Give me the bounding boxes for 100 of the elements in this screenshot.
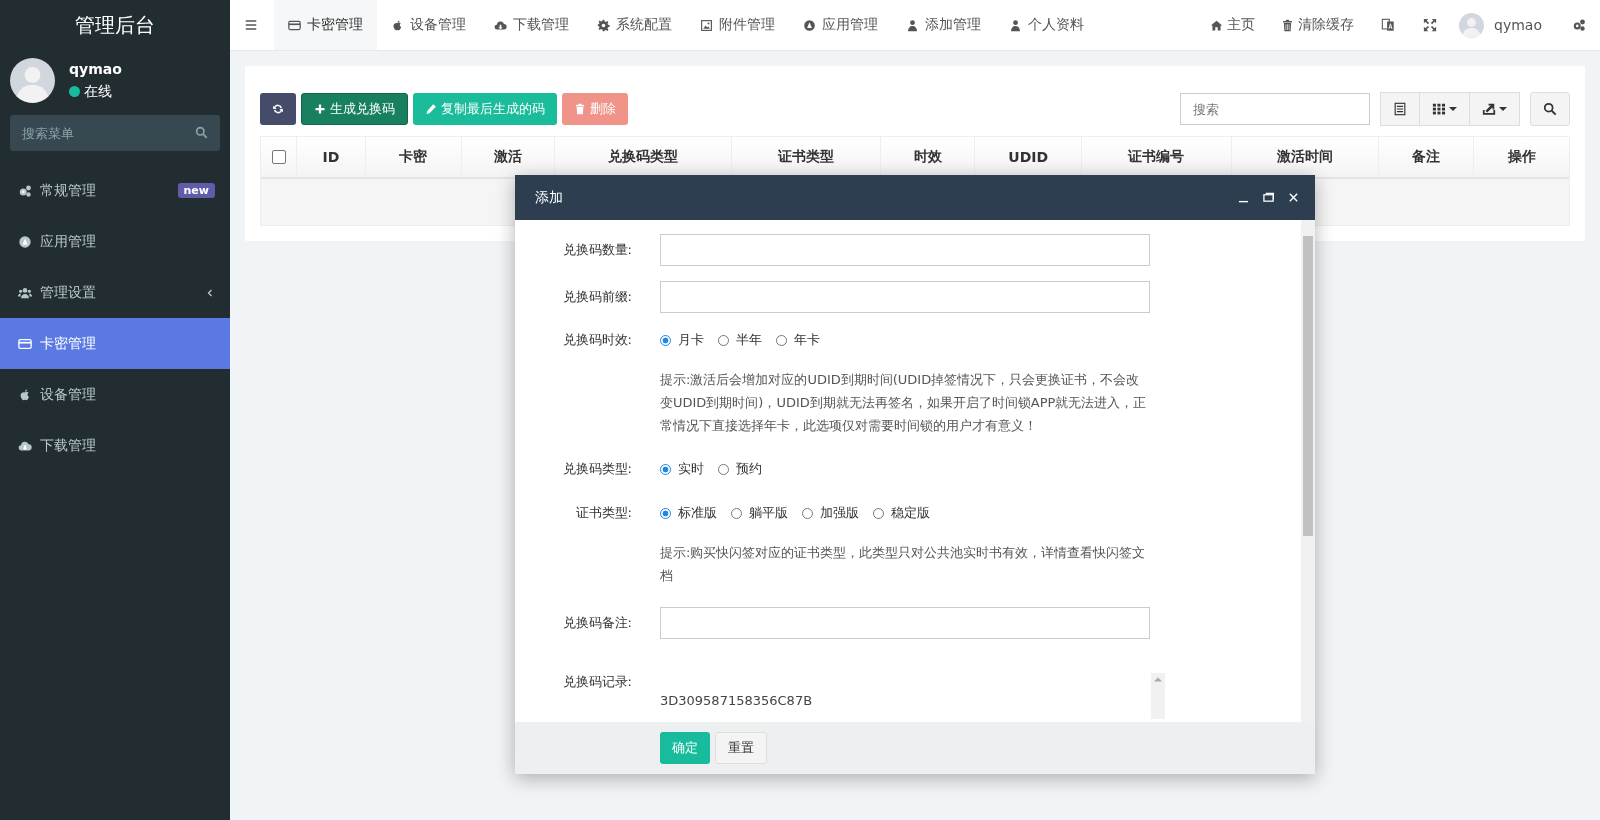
nav-link[interactable]: 主页	[1210, 16, 1256, 34]
radio-option[interactable]: 稳定版	[873, 504, 930, 522]
add-button[interactable]: 生成兑换码	[301, 93, 408, 125]
radio-option[interactable]: 预约	[718, 460, 762, 478]
sidebar-item[interactable]: 管理设置	[0, 267, 230, 318]
caret-icon	[1499, 105, 1507, 113]
list-icon	[1393, 102, 1407, 116]
column-header: 激活时间	[1231, 137, 1380, 177]
sidebar-item[interactable]: 卡密管理	[0, 318, 230, 369]
text-field[interactable]	[660, 281, 1150, 313]
list-view-button[interactable]	[1380, 92, 1420, 126]
gears-icon[interactable]	[1572, 18, 1586, 32]
record-textarea[interactable]: 3D309587158356C87B	[660, 673, 1165, 719]
columns-button[interactable]	[1419, 92, 1470, 126]
users-icon	[18, 285, 32, 300]
hint-text: 提示:激活后会增加对应的UDID到期时间(UDID掉签情况下，只会更换证书，不会改变UDID到期时间)，UDID到期就无法再签名，如果开启了时间锁APP就无法进入，正常情况下直接选择年卡，此选项仅对需要时间锁的用户才有意义！	[660, 371, 1148, 435]
close-icon[interactable]	[1288, 192, 1299, 203]
sidebar-item[interactable]: 应用管理	[0, 216, 230, 267]
avatar-icon	[10, 58, 55, 103]
nav-tab[interactable]: 附件管理	[686, 0, 789, 50]
nav-tab[interactable]: 系统配置	[583, 0, 686, 50]
radio-option[interactable]: 躺平版	[731, 504, 788, 522]
trash-icon	[1281, 18, 1295, 32]
new-badge: new	[177, 183, 215, 198]
nav-tab[interactable]: 个人资料	[995, 0, 1098, 50]
radio-option[interactable]: 加强版	[802, 504, 859, 522]
menu-icon[interactable]	[244, 18, 258, 32]
reset-button[interactable]: 重置	[715, 732, 767, 764]
column-header: 激活	[461, 137, 556, 177]
trash-icon	[574, 103, 586, 115]
translate-icon[interactable]	[1381, 18, 1396, 32]
radio-button[interactable]	[660, 334, 671, 346]
user-name: qymao	[69, 60, 122, 77]
radio-option[interactable]: 半年	[718, 331, 762, 349]
column-header: ID	[297, 137, 366, 177]
user-icon	[906, 18, 919, 32]
field-label: 兑换码时效:	[561, 331, 632, 349]
column-header: 证书类型	[731, 137, 881, 177]
field-label: 证书类型:	[574, 504, 632, 522]
circle-icon	[18, 234, 32, 249]
export-button[interactable]	[1469, 92, 1520, 126]
column-header: 时效	[880, 137, 976, 177]
refresh-icon	[272, 103, 284, 115]
menu-search-field[interactable]: 搜索菜单	[10, 115, 220, 151]
column-header: 证书编号	[1082, 137, 1232, 177]
user-name[interactable]: qymao	[1494, 17, 1542, 33]
gear-icon	[597, 18, 610, 32]
radio-option[interactable]: 标准版	[660, 504, 717, 522]
plus-icon	[314, 103, 326, 115]
field-label: 兑换码记录:	[561, 673, 632, 691]
field-label: 兑换码数量:	[561, 241, 632, 259]
field-label: 兑换码备注:	[561, 614, 632, 632]
column-header: UDID	[975, 137, 1083, 177]
radio-option[interactable]: 实时	[660, 460, 704, 478]
apple-icon	[18, 387, 32, 402]
nav-link[interactable]: 清除缓存	[1281, 16, 1355, 34]
pencil-icon	[425, 103, 437, 115]
dialog-title: 添加	[535, 188, 564, 207]
text-field[interactable]	[660, 607, 1150, 639]
search-icon	[1543, 102, 1557, 116]
home-icon	[1210, 18, 1224, 32]
nav-tab[interactable]: 设备管理	[377, 0, 480, 50]
user-icon	[1009, 18, 1022, 32]
image-icon	[700, 18, 713, 32]
field-label: 兑换码类型:	[561, 460, 632, 478]
sidebar-item[interactable]: 设备管理	[0, 369, 230, 420]
nav-tab[interactable]: 应用管理	[789, 0, 892, 50]
user-status: 在线	[84, 82, 112, 101]
nav-tab[interactable]: 卡密管理	[274, 0, 377, 50]
cloud-download-icon	[494, 18, 507, 32]
search-field[interactable]: 搜索	[1180, 93, 1370, 125]
radio-button[interactable]	[660, 463, 671, 475]
column-header: 卡密	[365, 137, 462, 177]
gears-icon	[18, 183, 32, 198]
scrollbar[interactable]	[1301, 220, 1315, 722]
radio-option[interactable]: 年卡	[776, 331, 820, 349]
column-header: 兑换码类型	[555, 137, 732, 177]
text-field[interactable]	[660, 234, 1150, 266]
radio-option[interactable]: 月卡	[660, 331, 704, 349]
apple-icon	[391, 18, 404, 32]
maximize-icon[interactable]	[1263, 192, 1274, 203]
hint-text: 提示:购买快闪签对应的证书类型，此类型只对公共池实时书有效，详情查看快闪签文档	[660, 544, 1147, 585]
search-icon	[195, 126, 208, 139]
sidebar-title: 管理后台	[74, 12, 156, 39]
search-button[interactable]	[1530, 92, 1570, 126]
nav-tab[interactable]: 添加管理	[892, 0, 995, 50]
nav-tab[interactable]: 下载管理	[480, 0, 583, 50]
grid-icon	[1432, 102, 1446, 116]
sidebar-item[interactable]: 下载管理	[0, 420, 230, 471]
sidebar-item[interactable]: 常规管理 new	[0, 165, 230, 216]
export-icon	[1482, 102, 1496, 116]
circle-icon	[803, 18, 816, 32]
radio-button[interactable]	[660, 507, 671, 519]
select-all-checkbox[interactable]	[271, 150, 286, 164]
expand-icon[interactable]	[1423, 18, 1438, 32]
caret-icon	[1449, 105, 1457, 113]
refresh-button[interactable]	[260, 93, 296, 125]
field-label: 兑换码前缀:	[561, 288, 632, 306]
card-icon	[288, 18, 301, 32]
column-header: 备注	[1379, 137, 1475, 177]
